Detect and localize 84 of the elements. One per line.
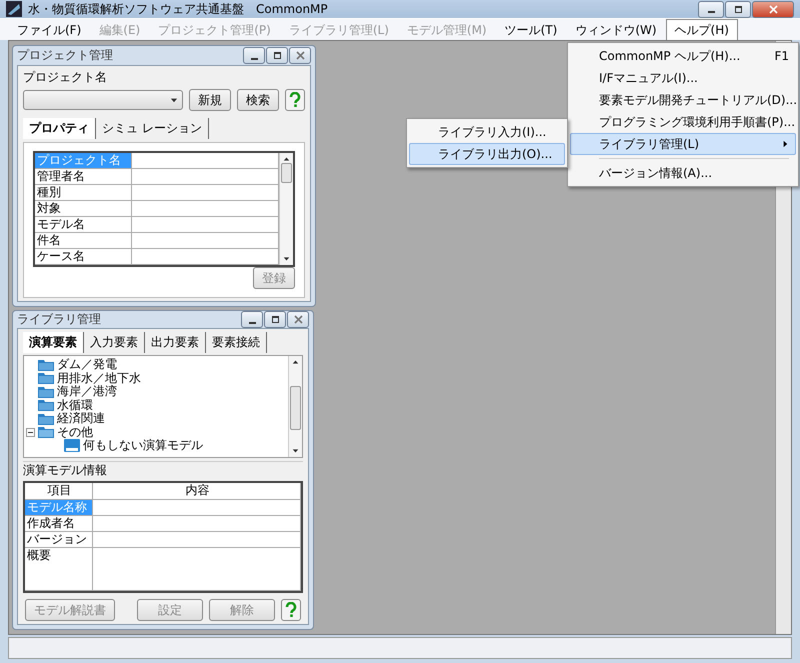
maximize-button[interactable] — [264, 311, 286, 328]
tree-item[interactable]: 海岸／港湾 — [57, 383, 117, 400]
close-button[interactable] — [752, 0, 794, 18]
scrollbar[interactable] — [288, 356, 302, 458]
scroll-thumb[interactable] — [290, 386, 301, 430]
maximize-icon — [734, 4, 742, 14]
tab[interactable]: 要素接続 — [206, 332, 267, 354]
menu-item[interactable]: ツール(T) — [496, 18, 566, 41]
shortcut-label: F1 — [774, 49, 789, 63]
property-name[interactable]: ケース名 — [35, 249, 132, 264]
menu-item[interactable]: I/Fマニュアル(I)... — [570, 67, 796, 89]
maximize-icon — [272, 51, 282, 60]
menu-item[interactable]: ファイル(F) — [8, 18, 90, 41]
help-button[interactable] — [281, 599, 301, 622]
menu-item[interactable]: ウィンドウ(W) — [566, 18, 666, 41]
up-arrow-icon — [283, 156, 290, 164]
project-name-dropdown[interactable] — [23, 90, 183, 110]
model-icon — [64, 439, 80, 452]
up-arrow-icon — [292, 359, 299, 366]
folder-icon — [38, 358, 54, 371]
folder-icon — [38, 372, 54, 384]
folder-icon — [38, 399, 54, 412]
scroll-thumb[interactable] — [281, 163, 292, 184]
property-name[interactable]: 種別 — [35, 185, 132, 200]
group-title: 演算モデル情報 — [23, 462, 108, 480]
info-value[interactable] — [93, 500, 301, 516]
column-header: 項目 — [25, 483, 93, 500]
menu-item[interactable]: ヘルプ(H) — [666, 18, 738, 41]
open-folder-icon — [38, 426, 54, 438]
menu-item[interactable]: ライブラリ出力(O)... — [409, 143, 565, 165]
close-icon — [296, 51, 304, 60]
info-value[interactable] — [93, 532, 301, 548]
help-button[interactable] — [285, 89, 305, 112]
minimize-button[interactable] — [241, 311, 263, 328]
column-header: 内容 — [93, 483, 301, 500]
submenu-arrow-icon — [781, 140, 789, 148]
maximize-button[interactable] — [266, 47, 288, 64]
tab[interactable]: 入力要素 — [84, 332, 145, 354]
action-button[interactable]: 新規 — [189, 89, 231, 112]
menu-item[interactable]: 要素モデル開発チュートリアル(D)... — [570, 89, 796, 111]
question-mark-icon — [289, 92, 301, 108]
minimize-button[interactable] — [243, 47, 265, 64]
menu-item[interactable]: ライブラリ管理(L) — [570, 133, 796, 155]
menu-item[interactable]: ライブラリ入力(I)... — [409, 121, 565, 143]
property-name[interactable]: モデル名 — [35, 217, 132, 232]
info-value[interactable] — [93, 516, 301, 532]
minimize-button[interactable] — [698, 0, 724, 18]
down-arrow-icon — [292, 447, 299, 454]
close-button[interactable] — [287, 311, 309, 328]
down-arrow-icon — [283, 255, 290, 262]
minimize-icon — [706, 11, 716, 14]
scrollbar[interactable] — [279, 153, 293, 266]
close-button[interactable] — [289, 47, 311, 64]
app-icon — [6, 1, 22, 18]
tab[interactable]: 演算要素 — [23, 332, 84, 354]
menu-item[interactable]: プログラミング環境利用手順書(P)... — [570, 111, 796, 133]
property-name[interactable]: 対象 — [35, 201, 132, 216]
tree-item[interactable]: ダム／発電 — [57, 356, 117, 374]
info-name[interactable]: 作成者名 — [25, 516, 93, 532]
field-label: プロジェクト名 — [23, 69, 108, 86]
panel-title: プロジェクト管理 — [17, 47, 113, 64]
close-icon — [768, 4, 778, 14]
action-button[interactable]: 検索 — [237, 89, 279, 112]
menu-item[interactable]: CommonMP ヘルプ(H)... F1 — [570, 45, 796, 67]
collapse-icon[interactable] — [26, 428, 35, 437]
caret-icon — [170, 96, 178, 104]
tab[interactable]: 出力要素 — [145, 332, 206, 354]
panel-title: ライブラリ管理 — [17, 311, 101, 328]
menu-item[interactable]: バージョン情報(A)... — [570, 162, 796, 184]
property-name[interactable]: 件名 — [35, 233, 132, 248]
window-title: 水・物質循環解析ソフトウェア共通基盤 CommonMP — [28, 0, 329, 18]
folder-icon — [38, 386, 54, 398]
minimize-icon — [248, 322, 256, 324]
info-name[interactable]: バージョン — [25, 532, 93, 548]
question-mark-icon — [285, 602, 297, 618]
maximize-icon — [270, 315, 280, 324]
folder-icon — [38, 412, 54, 425]
property-name[interactable]: 管理者名 — [35, 169, 132, 184]
tab[interactable]: シミュ レーション — [96, 118, 209, 140]
tab[interactable]: プロパティ — [23, 118, 96, 140]
maximize-button[interactable] — [725, 0, 751, 18]
info-name[interactable]: 概要 — [25, 548, 93, 590]
minimize-icon — [250, 58, 258, 60]
close-icon — [294, 315, 302, 324]
